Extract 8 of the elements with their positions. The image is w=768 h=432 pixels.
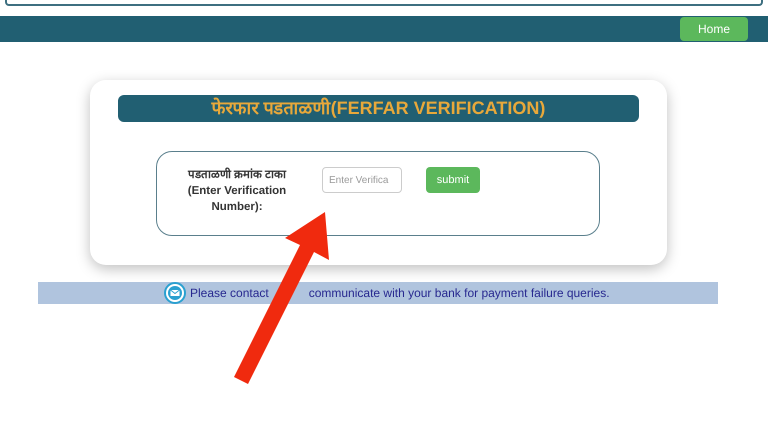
verification-input[interactable]: Enter Verifica — [322, 167, 402, 193]
verification-label: पडताळणी क्रमांक टाका (Enter Verification Number): — [186, 167, 288, 215]
notice-text: communicate with your bank for payment failure queries. — [308, 285, 610, 302]
home-button[interactable]: Home — [680, 17, 748, 41]
notice-text: Please contact — [190, 285, 269, 302]
submit-button[interactable]: submit — [426, 167, 480, 193]
envelope-icon — [164, 282, 186, 304]
page-title: फेरफार पडताळणी(FERFAR VERIFICATION) — [118, 95, 639, 122]
